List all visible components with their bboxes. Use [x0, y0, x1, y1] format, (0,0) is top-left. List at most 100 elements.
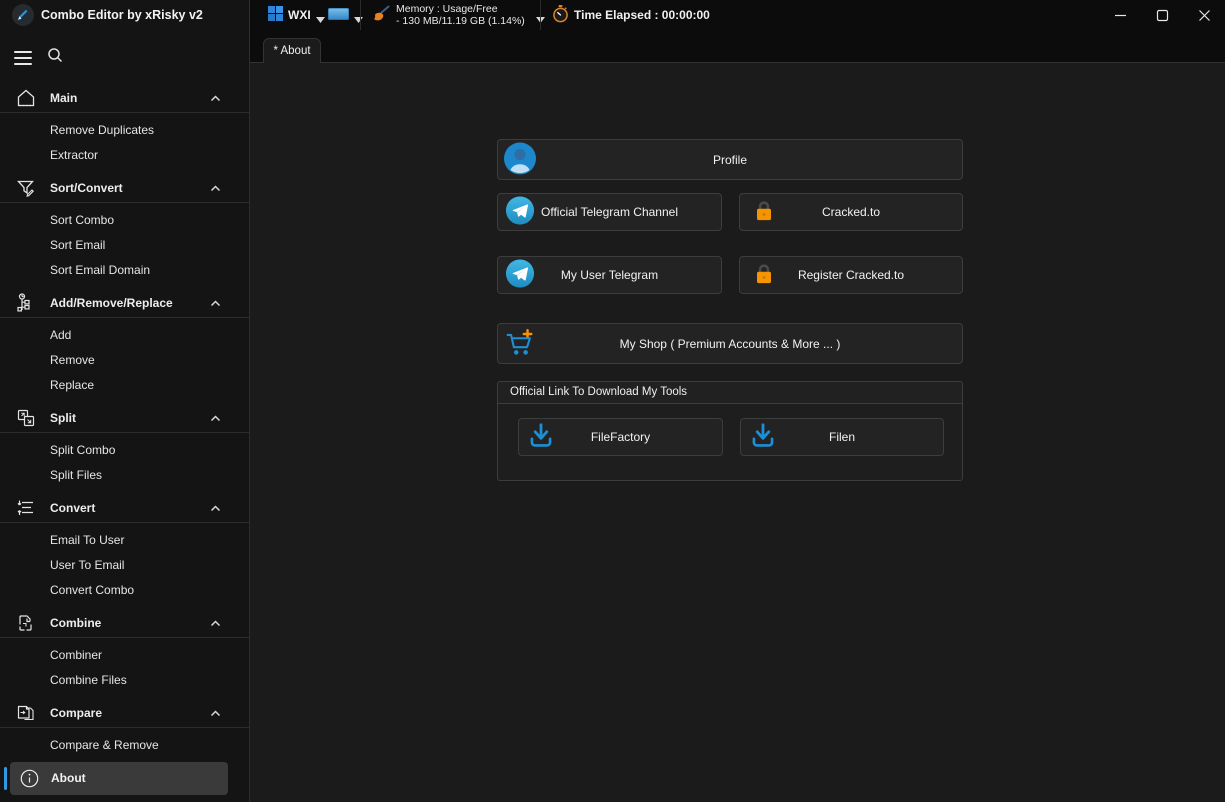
sidebar-item-add[interactable]: Add [0, 323, 250, 348]
filter-icon [15, 177, 37, 199]
sidebar: Combo Editor by xRisky v2 Main [0, 0, 250, 802]
sidebar-item-label: About [51, 762, 228, 795]
downloads-groupbox: Official Link To Download My Tools FileF… [497, 381, 963, 481]
button-label: FileFactory [591, 430, 650, 444]
memory-dropdown[interactable]: Memory : Usage/Free - 130 MB/11.19 GB (1… [372, 0, 545, 30]
nav-header-combine[interactable]: Combine [0, 609, 250, 638]
download-icon [527, 422, 555, 453]
profile-button[interactable]: Profile [497, 139, 963, 180]
workspace-dropdown[interactable]: WXI [268, 0, 325, 30]
nav-header-convert[interactable]: Convert [0, 494, 250, 523]
sidebar-item-extractor[interactable]: Extractor [0, 143, 250, 168]
nav-header-split[interactable]: Split [0, 404, 250, 433]
chevron-up-icon [209, 297, 222, 310]
sidebar-item-sort-email[interactable]: Sort Email [0, 233, 250, 258]
nav-section-add-remove-replace: Add/Remove/Replace Add Remove Replace [0, 289, 250, 398]
button-label: Official Telegram Channel [541, 205, 678, 219]
close-button[interactable] [1185, 0, 1223, 30]
home-icon [15, 87, 37, 109]
time-elapsed-indicator: Time Elapsed : 00:00:00 [552, 0, 710, 30]
app-pencil-icon [12, 4, 34, 26]
chevron-up-icon [209, 617, 222, 630]
chevron-down-icon [316, 12, 325, 18]
nav-header-sort-convert[interactable]: Sort/Convert [0, 174, 250, 203]
chevron-down-icon [354, 12, 363, 18]
cracked-to-button[interactable]: Cracked.to [739, 193, 963, 231]
sidebar-item-user-to-email[interactable]: User To Email [0, 553, 250, 578]
convert-icon [15, 497, 37, 519]
sidebar-item-split-files[interactable]: Split Files [0, 463, 250, 488]
sidebar-item-sort-combo[interactable]: Sort Combo [0, 208, 250, 233]
combine-icon [15, 612, 37, 634]
button-label: Cracked.to [822, 205, 880, 219]
nav-section-sort-convert: Sort/Convert Sort Combo Sort Email Sort … [0, 174, 250, 283]
info-icon [20, 769, 39, 788]
download-icon [749, 422, 777, 453]
stopwatch-icon [552, 5, 569, 26]
chevron-up-icon [209, 182, 222, 195]
button-label: My Shop ( Premium Accounts & More ... ) [620, 337, 841, 351]
compare-icon [15, 702, 37, 724]
lock-icon [750, 197, 778, 228]
sidebar-item-about[interactable]: About [10, 762, 228, 795]
my-shop-button[interactable]: My Shop ( Premium Accounts & More ... ) [497, 323, 963, 364]
clean-memory-icon [372, 4, 391, 26]
chevron-up-icon [209, 707, 222, 720]
profile-avatar-icon [503, 141, 537, 178]
sidebar-item-sort-email-domain[interactable]: Sort Email Domain [0, 258, 250, 283]
memory-status: Memory : Usage/Free - 130 MB/11.19 GB (1… [396, 3, 525, 27]
sidebar-item-split-combo[interactable]: Split Combo [0, 438, 250, 463]
windows-grid-icon [268, 6, 283, 24]
telegram-icon [505, 259, 535, 292]
filen-button[interactable]: Filen [740, 418, 944, 456]
sidebar-item-combine-files[interactable]: Combine Files [0, 668, 250, 693]
sidebar-item-compare-remove[interactable]: Compare & Remove [0, 733, 250, 758]
app-window: Combo Editor by xRisky v2 Main [0, 0, 1225, 802]
official-telegram-channel-button[interactable]: Official Telegram Channel [497, 193, 722, 231]
nav-section-compare: Compare Compare & Remove [0, 699, 250, 758]
button-label: Profile [713, 153, 747, 167]
chevron-up-icon [209, 92, 222, 105]
menu-icon[interactable] [12, 48, 34, 68]
theme-swatch-dropdown[interactable] [328, 0, 363, 30]
nav-section-combine: Combine Combiner Combine Files [0, 609, 250, 693]
maximize-button[interactable] [1143, 0, 1181, 30]
sidebar-actions [0, 44, 250, 72]
hierarchy-icon [15, 292, 37, 314]
sidebar-item-remove[interactable]: Remove [0, 348, 250, 373]
tab-about[interactable]: * About [263, 38, 321, 63]
minimize-button[interactable] [1101, 0, 1139, 30]
sidebar-item-convert-combo[interactable]: Convert Combo [0, 578, 250, 603]
my-user-telegram-button[interactable]: My User Telegram [497, 256, 722, 294]
app-title: Combo Editor by xRisky v2 [41, 0, 203, 30]
time-elapsed-label: Time Elapsed : 00:00:00 [574, 8, 710, 22]
search-icon[interactable] [46, 46, 68, 68]
nav-header-main[interactable]: Main [0, 84, 250, 113]
filefactory-button[interactable]: FileFactory [518, 418, 723, 456]
lock-icon [750, 260, 778, 291]
chevron-up-icon [209, 502, 222, 515]
sidebar-nav: Main Remove Duplicates Extractor Sort/Co… [0, 84, 250, 764]
color-swatch-icon [328, 8, 349, 23]
nav-section-convert: Convert Email To User User To Email Conv… [0, 494, 250, 603]
nav-section-main: Main Remove Duplicates Extractor [0, 84, 250, 168]
button-label: My User Telegram [561, 268, 658, 282]
register-cracked-to-button[interactable]: Register Cracked.to [739, 256, 963, 294]
button-label: Filen [829, 430, 855, 444]
nav-header-add-remove-replace[interactable]: Add/Remove/Replace [0, 289, 250, 318]
toolbar-divider [540, 0, 541, 30]
nav-section-split: Split Split Combo Split Files [0, 404, 250, 488]
selected-indicator [4, 767, 7, 790]
nav-header-compare[interactable]: Compare [0, 699, 250, 728]
sidebar-item-remove-duplicates[interactable]: Remove Duplicates [0, 118, 250, 143]
cart-plus-icon [504, 326, 536, 361]
toolbar-divider [360, 0, 361, 30]
titlebar: Combo Editor by xRisky v2 [0, 0, 250, 30]
sidebar-item-email-to-user[interactable]: Email To User [0, 528, 250, 553]
telegram-icon [505, 196, 535, 229]
split-icon [15, 407, 37, 429]
workspace-label: WXI [288, 8, 311, 22]
chevron-up-icon [209, 412, 222, 425]
sidebar-item-combiner[interactable]: Combiner [0, 643, 250, 668]
sidebar-item-replace[interactable]: Replace [0, 373, 250, 398]
